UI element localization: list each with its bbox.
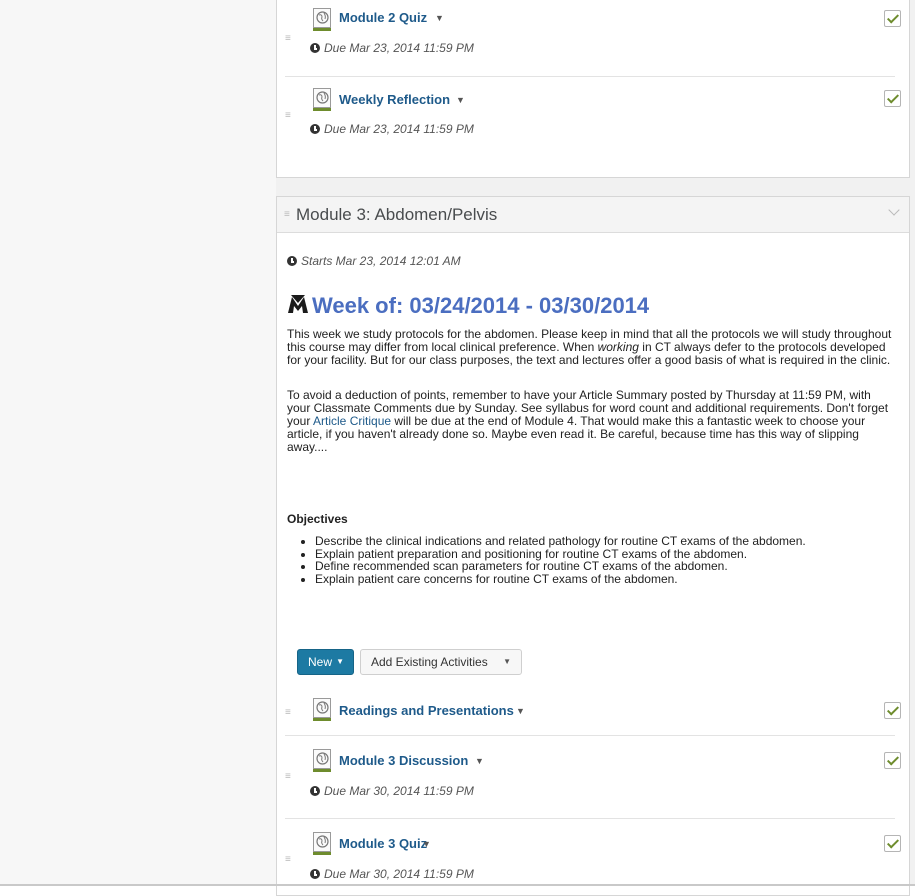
chevron-down-icon[interactable] (889, 207, 899, 217)
due-date: Due Mar 30, 2014 11:59 PM (310, 867, 474, 881)
week-heading: Week of: 03/24/2014 - 03/30/2014 (287, 293, 649, 319)
drag-handle-icon[interactable]: ≡ (285, 855, 293, 865)
clock-icon (310, 124, 320, 134)
module-title[interactable]: Module 3: Abdomen/Pelvis (296, 205, 497, 225)
new-button[interactable]: New ▼ (297, 649, 354, 675)
activity-menu-caret[interactable]: ▼ (516, 706, 525, 716)
activity-title-link[interactable]: Module 2 Quiz (339, 10, 427, 25)
due-date-text: Due Mar 23, 2014 11:59 PM (324, 122, 474, 136)
clock-icon (310, 43, 320, 53)
objectives-heading: Objectives (287, 512, 348, 526)
module-header[interactable]: ≡ Module 3: Abdomen/Pelvis (277, 197, 909, 233)
chevron-down-icon: ▼ (336, 657, 344, 666)
completion-checkbox[interactable] (884, 702, 901, 719)
intro-emphasis: working (597, 340, 639, 354)
activity-module-3-quiz: ≡ Module 3 Quiz ▼ Due Mar 30, 2014 11:59… (285, 819, 901, 889)
activity-menu-caret[interactable]: ▼ (435, 13, 444, 23)
add-existing-label: Add Existing Activities (371, 655, 488, 669)
objective-item: Describe the clinical indications and re… (315, 535, 887, 548)
quiz-globe-icon (313, 698, 331, 721)
completion-checkbox[interactable] (884, 835, 901, 852)
quiz-globe-icon (313, 88, 331, 111)
add-existing-activities-button[interactable]: Add Existing Activities ▼ (360, 649, 522, 675)
due-date: Due Mar 23, 2014 11:59 PM (310, 41, 474, 55)
activity-module-2-quiz: ≡ Module 2 Quiz ▼ Due Mar 23, 2014 11:59… (285, 0, 901, 77)
due-date-text: Due Mar 30, 2014 11:59 PM (324, 784, 474, 798)
clock-icon (310, 869, 320, 879)
drag-handle-icon[interactable]: ≡ (284, 210, 292, 220)
due-date: Due Mar 30, 2014 11:59 PM (310, 784, 474, 798)
drag-handle-icon[interactable]: ≡ (285, 34, 293, 44)
activity-title-link[interactable]: Module 3 Quiz (339, 836, 427, 851)
due-date-text: Due Mar 23, 2014 11:59 PM (324, 41, 474, 55)
activity-menu-caret[interactable]: ▼ (475, 756, 484, 766)
objective-item: Explain patient care concerns for routin… (315, 572, 887, 586)
drag-handle-icon[interactable]: ≡ (285, 111, 293, 121)
objectives-list: Describe the clinical indications and re… (287, 535, 887, 585)
drag-handle-icon[interactable]: ≡ (285, 708, 293, 718)
objective-item: Define recommended scan parameters for r… (315, 560, 887, 573)
activity-weekly-reflection: ≡ Weekly Reflection ▼ Due Mar 23, 2014 1… (285, 77, 901, 157)
activity-readings-presentations: ≡ Readings and Presentations ▼ (285, 693, 901, 736)
activity-title-link[interactable]: Module 3 Discussion (339, 753, 468, 768)
college-logo-icon (287, 294, 309, 314)
module-3-panel: ≡ Module 3: Abdomen/Pelvis Starts Mar 23… (276, 196, 910, 896)
chevron-down-icon: ▼ (503, 657, 511, 666)
start-date: Starts Mar 23, 2014 12:01 AM (287, 254, 461, 268)
completion-checkbox[interactable] (884, 10, 901, 27)
completion-checkbox[interactable] (884, 752, 901, 769)
new-button-label: New (308, 655, 333, 669)
activity-module-3-discussion: ≡ Module 3 Discussion ▼ Due Mar 30, 2014… (285, 736, 901, 819)
due-date: Due Mar 23, 2014 11:59 PM (310, 122, 474, 136)
article-critique-link[interactable]: Article Critique (313, 414, 391, 428)
drag-handle-icon[interactable]: ≡ (285, 772, 293, 782)
quiz-globe-icon (313, 832, 331, 855)
start-date-text: Starts Mar 23, 2014 12:01 AM (301, 254, 461, 268)
activity-title-link[interactable]: Readings and Presentations (339, 703, 514, 718)
left-navigation-pane (0, 0, 276, 886)
due-date-text: Due Mar 30, 2014 11:59 PM (324, 867, 474, 881)
activity-title-link[interactable]: Weekly Reflection (339, 92, 450, 107)
quiz-globe-icon (313, 8, 331, 31)
reminder-paragraph: To avoid a deduction of points, remember… (287, 389, 897, 454)
module-2-panel: ≡ Module 2 Quiz ▼ Due Mar 23, 2014 11:59… (276, 0, 910, 178)
activity-menu-caret[interactable]: ▼ (422, 839, 431, 849)
completion-checkbox[interactable] (884, 90, 901, 107)
clock-icon (310, 786, 320, 796)
clock-icon (287, 256, 297, 266)
quiz-globe-icon (313, 749, 331, 772)
intro-paragraph: This week we study protocols for the abd… (287, 328, 897, 367)
week-heading-text: Week of: 03/24/2014 - 03/30/2014 (312, 293, 650, 318)
activity-menu-caret[interactable]: ▼ (456, 95, 465, 105)
